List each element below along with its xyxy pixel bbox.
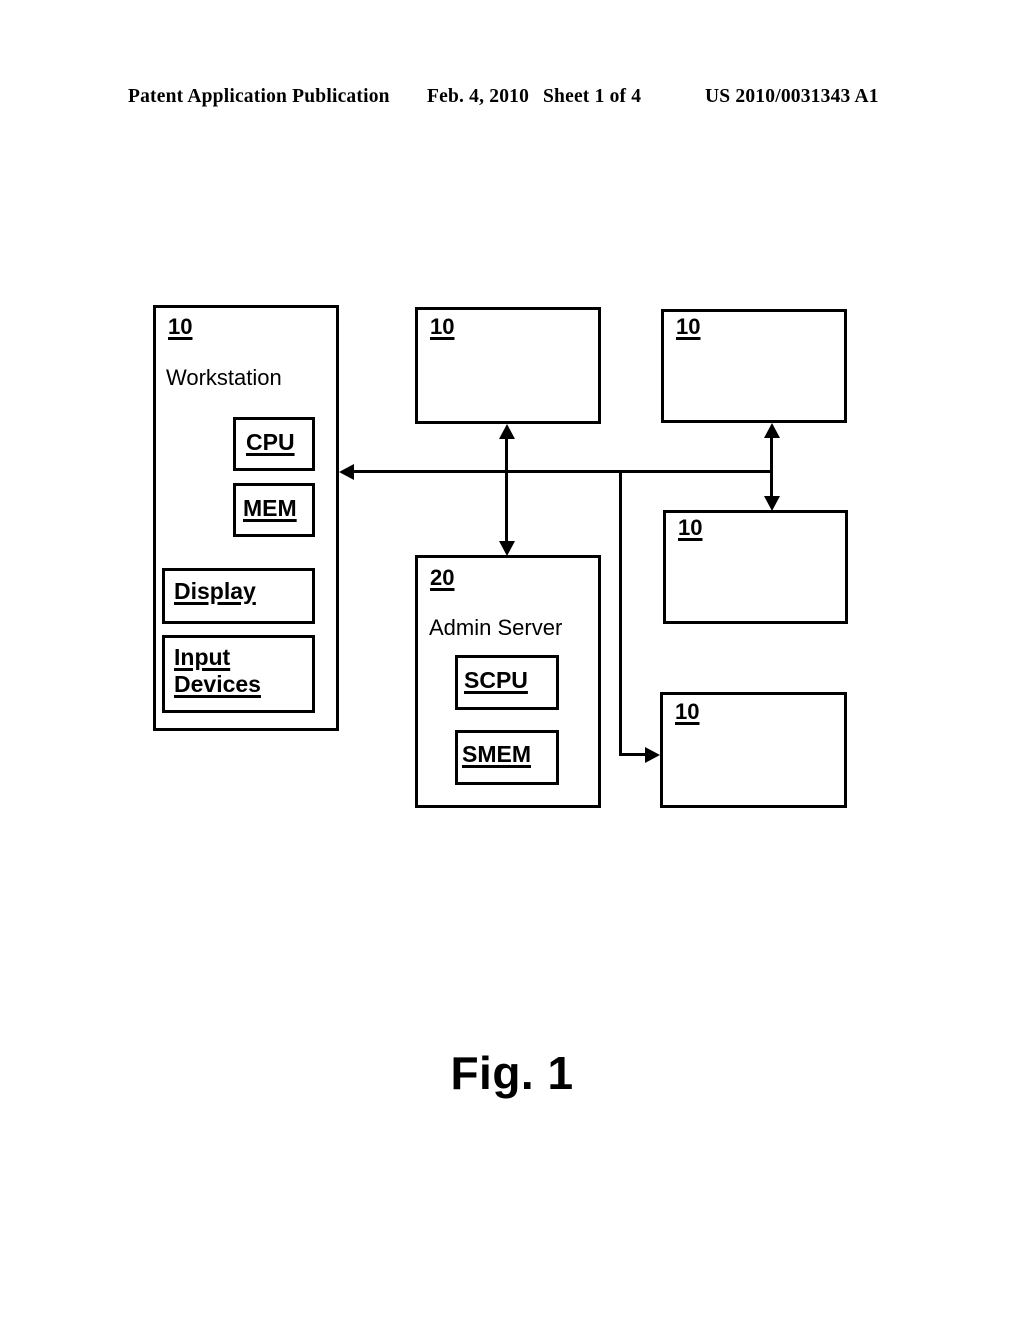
workstation-title-label: Workstation	[166, 365, 282, 390]
client-box-top-middle-ref-numeral: 10	[430, 314, 455, 339]
connector-arrow-to-top-middle-box	[498, 424, 515, 439]
scpu-label: SCPU	[464, 667, 528, 693]
display-label: Display	[174, 578, 256, 604]
connector-topright-middleright-line	[770, 435, 773, 499]
connector-arrow-to-top-right-box	[763, 423, 780, 438]
input-devices-label-line1: Input	[174, 644, 231, 670]
smem-label: SMEM	[462, 741, 531, 767]
client-box-top-right-ref-numeral: 10	[676, 314, 701, 339]
bus-arrow-to-workstation	[339, 463, 354, 480]
connector-arrow-to-middle-right-box	[763, 496, 780, 511]
figure-1-diagram: 10 Workstation CPU MEM Display Input Dev…	[0, 0, 1024, 1320]
figure-caption: Fig. 1	[450, 1047, 574, 1099]
mem-label: MEM	[243, 495, 297, 521]
admin-server-ref-numeral: 20	[430, 565, 455, 590]
admin-server-title-label: Admin Server	[429, 615, 563, 640]
client-box-bottom-right-ref-numeral: 10	[675, 699, 700, 724]
bus-branch-horizontal-line	[619, 753, 647, 756]
cpu-label: CPU	[246, 429, 295, 455]
connector-topmiddle-adminserver-line	[505, 436, 508, 544]
bus-arrow-to-bottom-right-box	[645, 747, 660, 763]
bus-branch-vertical-line	[619, 470, 622, 755]
connector-arrow-to-admin-server	[498, 541, 515, 556]
workstation-ref-numeral: 10	[168, 314, 193, 339]
bus-horizontal-line	[352, 470, 771, 473]
input-devices-label-line2: Devices	[174, 671, 261, 697]
client-box-middle-right-ref-numeral: 10	[678, 515, 703, 540]
